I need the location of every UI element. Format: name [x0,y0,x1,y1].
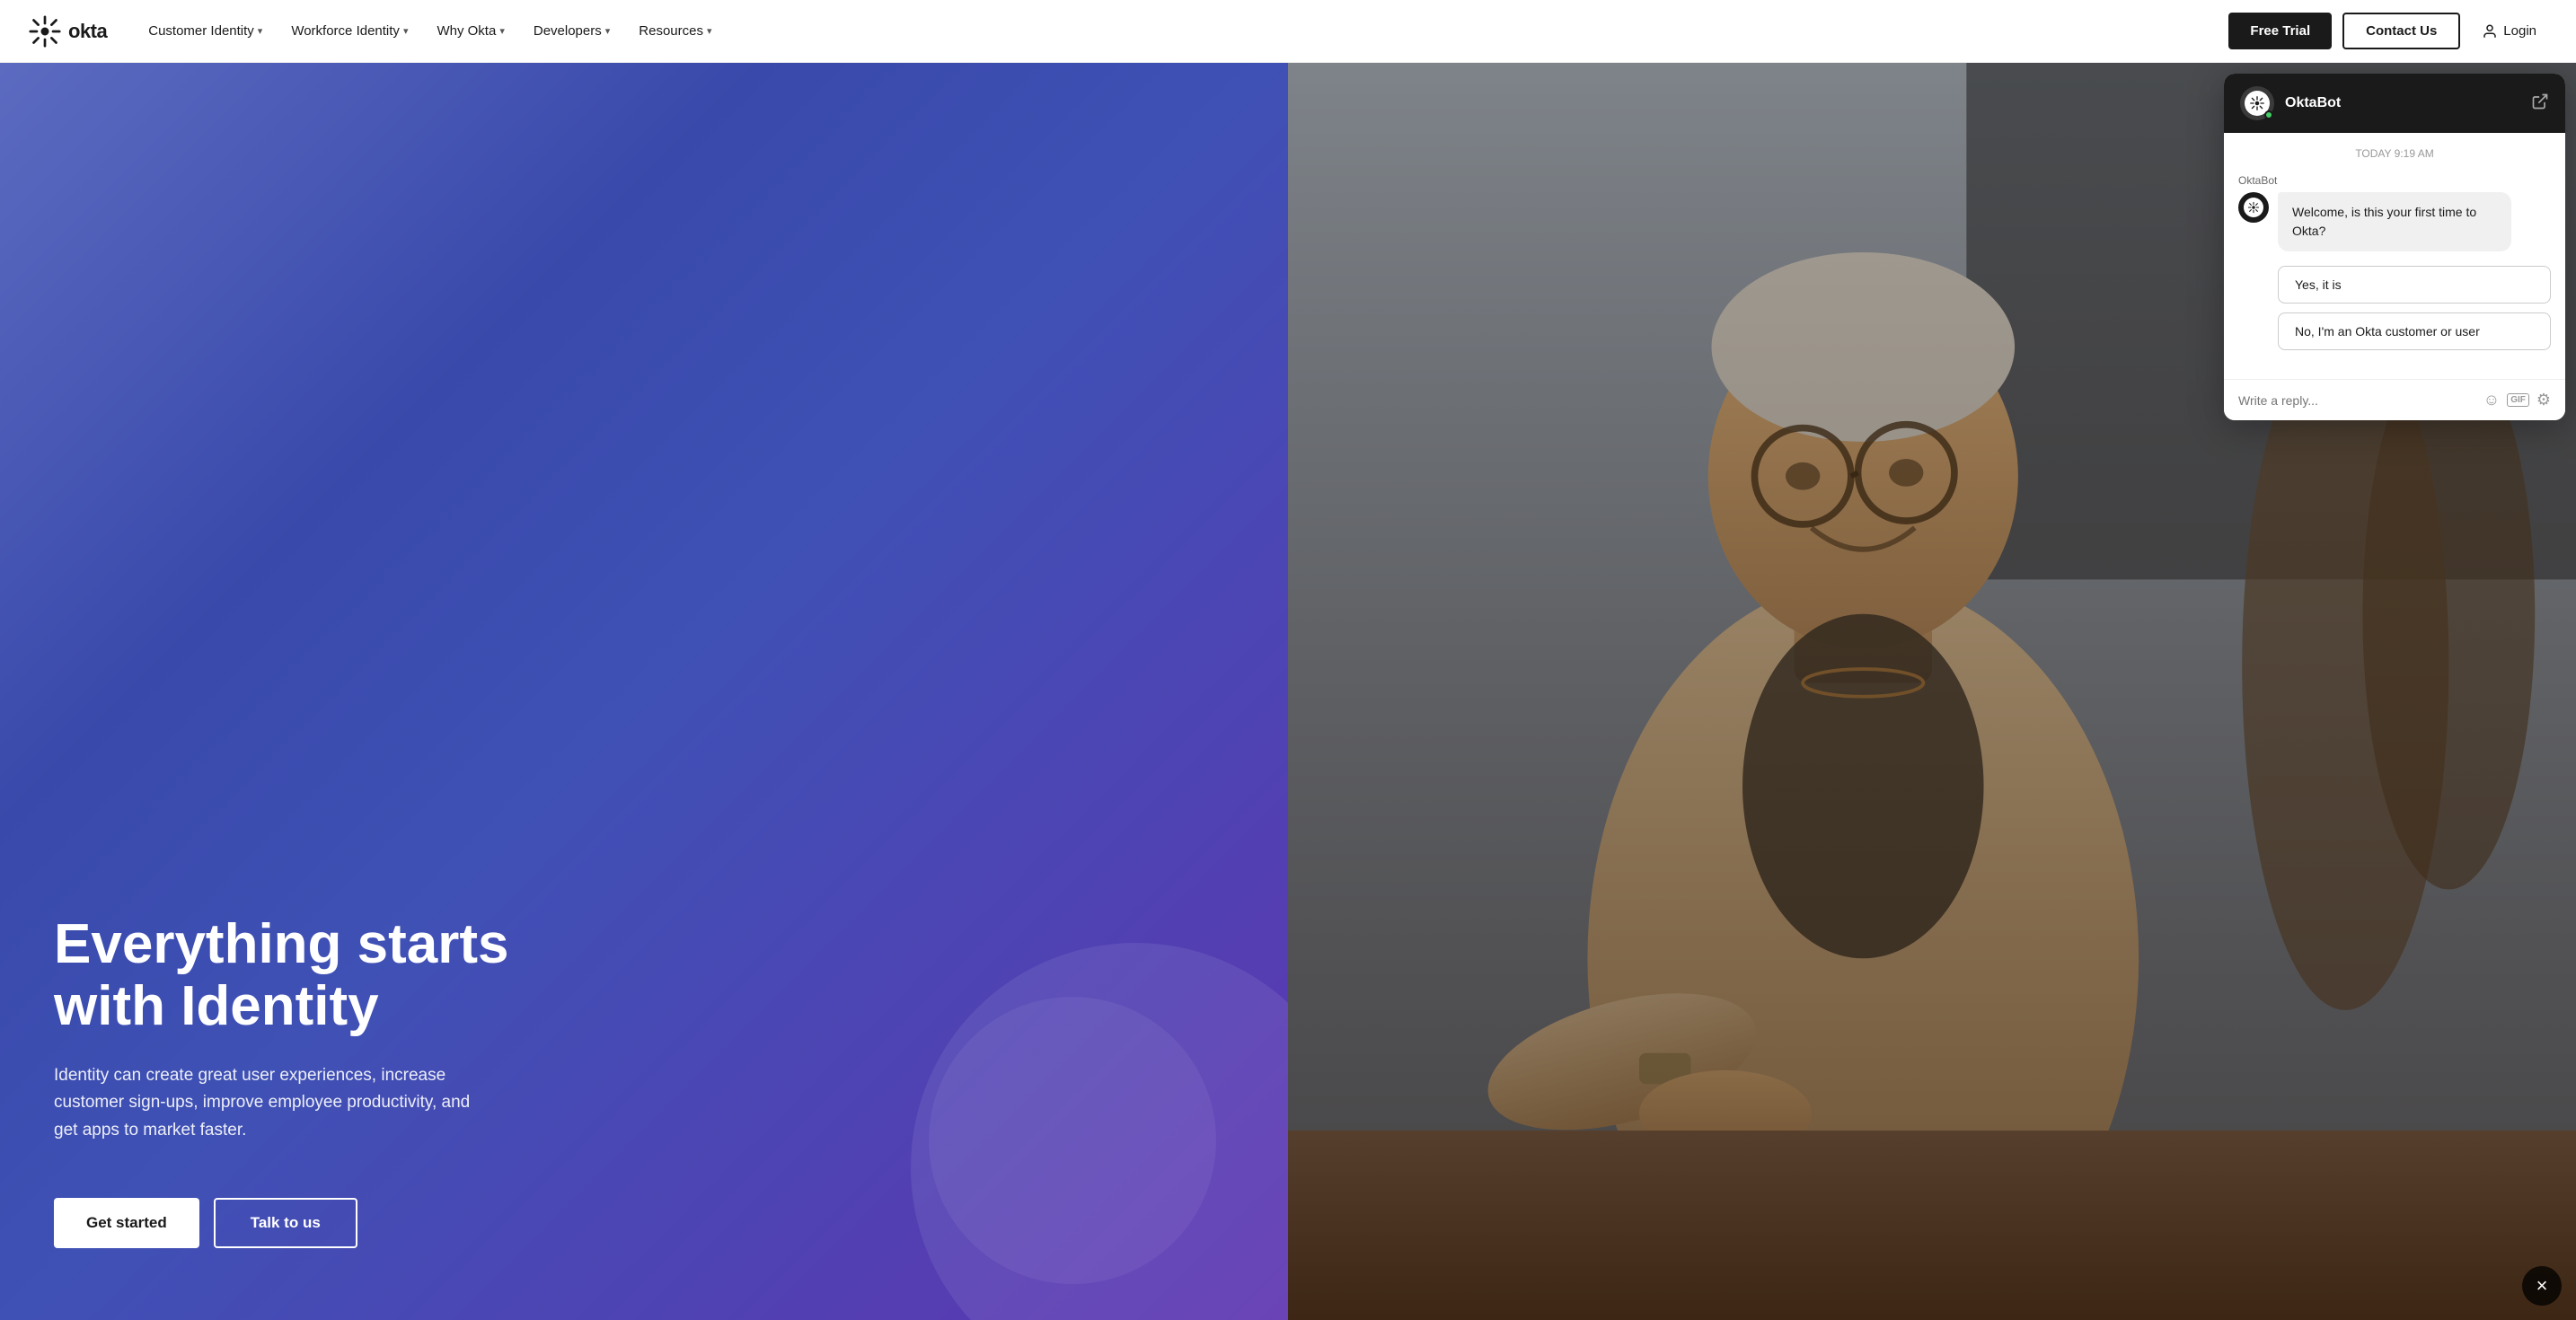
nav-item-workforce-identity[interactable]: Workforce Identity ▾ [278,16,420,46]
chat-option-yes[interactable]: Yes, it is [2278,266,2551,304]
chat-bot-icon-svg [2247,201,2260,214]
hero-buttons: Get started Talk to us [54,1198,1234,1248]
chat-option-no[interactable]: No, I'm an Okta customer or user [2278,312,2551,350]
get-started-button[interactable]: Get started [54,1198,199,1248]
chat-timestamp: TODAY 9:19 AM [2238,147,2551,160]
talk-to-us-button[interactable]: Talk to us [214,1198,357,1248]
chat-footer-icons: ☺ GIF ⚙ [2483,391,2551,409]
login-button[interactable]: Login [2471,16,2547,47]
contact-us-button[interactable]: Contact Us [2342,13,2460,49]
hero-heading: Everything starts with Identity [54,914,521,1036]
chatbot-header: OktaBot [2224,74,2565,133]
emoji-icon[interactable]: ☺ [2483,391,2500,409]
nav-item-developers[interactable]: Developers ▾ [521,16,622,46]
chat-sender-label: OktaBot [2238,174,2551,187]
nav-item-why-okta[interactable]: Why Okta ▾ [424,16,516,46]
chevron-down-icon: ▾ [499,25,505,37]
chatbot-panel: OktaBot TODAY 9:19 AM OktaBot [2224,74,2565,420]
chevron-down-icon: ▾ [258,25,263,37]
hero-section: Everything starts with Identity Identity… [0,63,2576,1320]
chat-bot-avatar [2238,192,2269,223]
chatbot-title: OktaBot [2285,95,2341,111]
hero-decoration-circle [911,943,1288,1320]
okta-wordmark: okta [68,20,107,43]
chat-reply-input[interactable] [2238,393,2475,408]
chat-message-row: Welcome, is this your first time to Okta… [2238,192,2551,251]
chatbot-avatar [2240,86,2274,120]
settings-icon[interactable]: ⚙ [2536,391,2551,409]
hero-subtext: Identity can create great user experienc… [54,1062,485,1144]
chat-options: Yes, it is No, I'm an Okta customer or u… [2238,266,2551,350]
hero-right-panel: OktaBot TODAY 9:19 AM OktaBot [1288,63,2576,1320]
nav-actions: Free Trial Contact Us Login [2228,13,2547,49]
chatbot-header-left: OktaBot [2240,86,2341,120]
gif-button[interactable]: GIF [2507,393,2529,407]
chatbot-close-button[interactable]: × [2522,1266,2562,1306]
navigation: okta Customer Identity ▾ Workforce Ident… [0,0,2576,63]
chevron-down-icon: ▾ [403,25,409,37]
chatbot-footer: ☺ GIF ⚙ [2224,379,2565,420]
chevron-down-icon: ▾ [605,25,611,37]
nav-item-resources[interactable]: Resources ▾ [626,16,724,46]
hero-left-panel: Everything starts with Identity Identity… [0,63,1288,1320]
okta-logo[interactable]: okta [29,15,107,48]
chatbot-online-status [2264,110,2273,119]
nav-item-customer-identity[interactable]: Customer Identity ▾ [136,16,275,46]
export-icon[interactable] [2531,92,2549,115]
chatbot-body: TODAY 9:19 AM OktaBot [2224,133,2565,379]
chat-welcome-bubble: Welcome, is this your first time to Okta… [2278,192,2511,251]
okta-sunburst-icon [29,15,61,48]
okta-bot-icon [2249,95,2265,111]
free-trial-button[interactable]: Free Trial [2228,13,2332,49]
nav-links: Customer Identity ▾ Workforce Identity ▾… [136,16,2228,46]
chevron-down-icon: ▾ [707,25,712,37]
person-icon [2482,23,2498,40]
